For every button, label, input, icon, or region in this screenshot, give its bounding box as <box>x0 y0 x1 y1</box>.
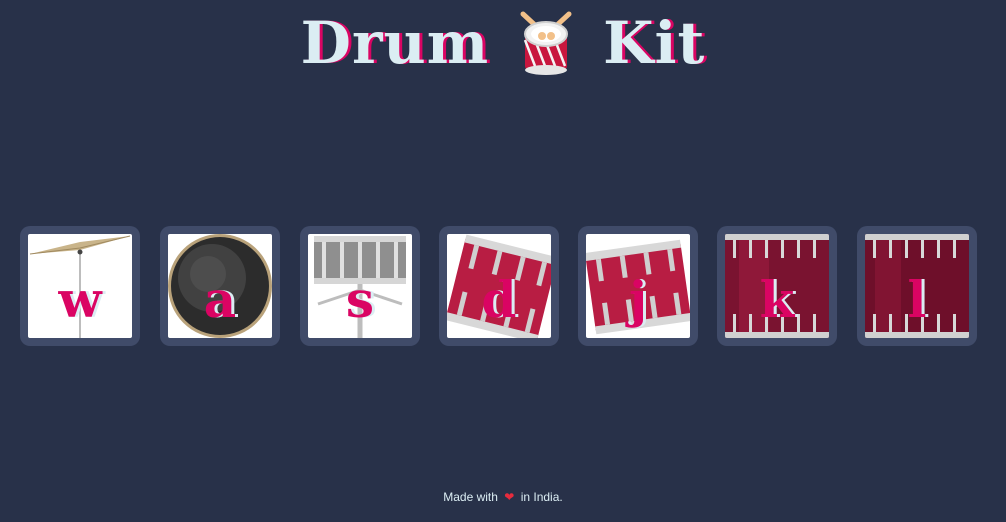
drum-key-s[interactable]: s <box>300 226 420 346</box>
key-face: a <box>168 234 272 338</box>
footer-prefix: Made with <box>443 490 498 504</box>
key-letter: s <box>345 270 375 329</box>
key-letter: d <box>481 270 517 329</box>
footer: Made with ❤ in India. <box>0 490 1006 504</box>
drum-key-j[interactable]: j <box>578 226 698 346</box>
key-face: l <box>865 234 969 338</box>
key-face: d <box>447 234 551 338</box>
key-letter: j <box>628 270 648 329</box>
key-face: k <box>725 234 829 338</box>
title-kit: Kit <box>603 9 706 77</box>
drum-keys: w a s d j k l <box>20 226 980 346</box>
drum-key-d[interactable]: d <box>439 226 559 346</box>
drum-key-l[interactable]: l <box>857 226 977 346</box>
heart-icon: ❤ <box>504 490 515 504</box>
title-drum: Drum <box>300 9 490 77</box>
drum-key-w[interactable]: w <box>20 226 140 346</box>
drum-icon <box>511 8 581 78</box>
key-face: s <box>308 234 412 338</box>
key-letter: l <box>907 270 927 329</box>
key-letter: w <box>58 270 102 329</box>
drum-key-k[interactable]: k <box>717 226 837 346</box>
key-face: j <box>586 234 690 338</box>
footer-suffix: in India. <box>520 490 563 504</box>
page-title: Drum Kit <box>0 8 1006 78</box>
key-face: w <box>28 234 132 338</box>
key-letter: a <box>203 270 237 329</box>
drum-key-a[interactable]: a <box>160 226 280 346</box>
key-letter: k <box>759 270 795 329</box>
